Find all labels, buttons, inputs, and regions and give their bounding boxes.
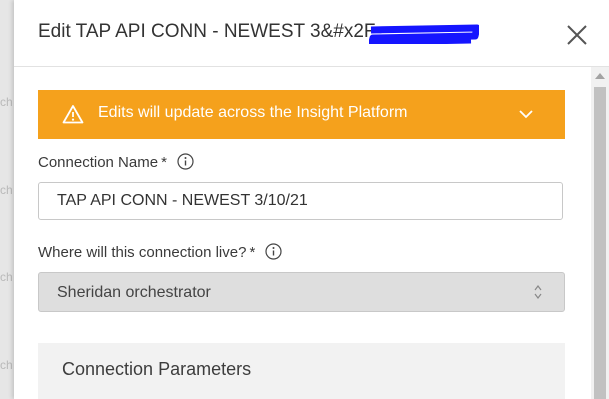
scrollbar[interactable] [591, 67, 609, 399]
modal-body: Edits will update across the Insight Pla… [14, 67, 591, 399]
warning-icon [62, 105, 84, 124]
connection-name-label-text: Connection Name [38, 154, 159, 171]
required-mark: * [161, 154, 167, 171]
scroll-up-arrow[interactable] [595, 73, 605, 79]
background-text: ch [0, 95, 13, 109]
platform-warning-banner[interactable]: Edits will update across the Insight Pla… [38, 90, 565, 139]
info-icon[interactable] [265, 243, 283, 260]
close-icon [567, 25, 587, 45]
background-text: ch [0, 270, 13, 284]
required-mark: * [249, 244, 256, 261]
location-label-text: Where will this connection live? [38, 244, 247, 261]
connection-parameters-section[interactable]: Connection Parameters [38, 343, 565, 399]
location-label: Where will this connection live? * [38, 243, 283, 261]
modal-title: Edit TAP API CONN - NEWEST 3&#x2F; [38, 21, 381, 42]
section-title: Connection Parameters [62, 359, 252, 379]
select-arrows-icon [534, 285, 542, 299]
close-button[interactable] [565, 23, 589, 47]
connection-name-input[interactable] [38, 182, 563, 220]
chevron-down-icon[interactable] [518, 108, 534, 120]
scrollbar-thumb[interactable] [594, 87, 606, 399]
background-text: ch [0, 183, 13, 197]
location-selected-value: Sheridan orchestrator [57, 284, 211, 301]
location-select[interactable]: Sheridan orchestrator [38, 272, 565, 312]
connection-name-label: Connection Name * [38, 153, 194, 171]
warning-text: Edits will update across the Insight Pla… [98, 104, 408, 121]
background-text: ch [0, 358, 13, 372]
edit-connection-modal: Edit TAP API CONN - NEWEST 3&#x2F; Edits… [14, 0, 609, 399]
redaction-scribble [369, 24, 479, 44]
modal-header: Edit TAP API CONN - NEWEST 3&#x2F; [14, 0, 609, 67]
info-icon[interactable] [177, 153, 194, 170]
background-page: ch ch ch ch [0, 0, 14, 399]
